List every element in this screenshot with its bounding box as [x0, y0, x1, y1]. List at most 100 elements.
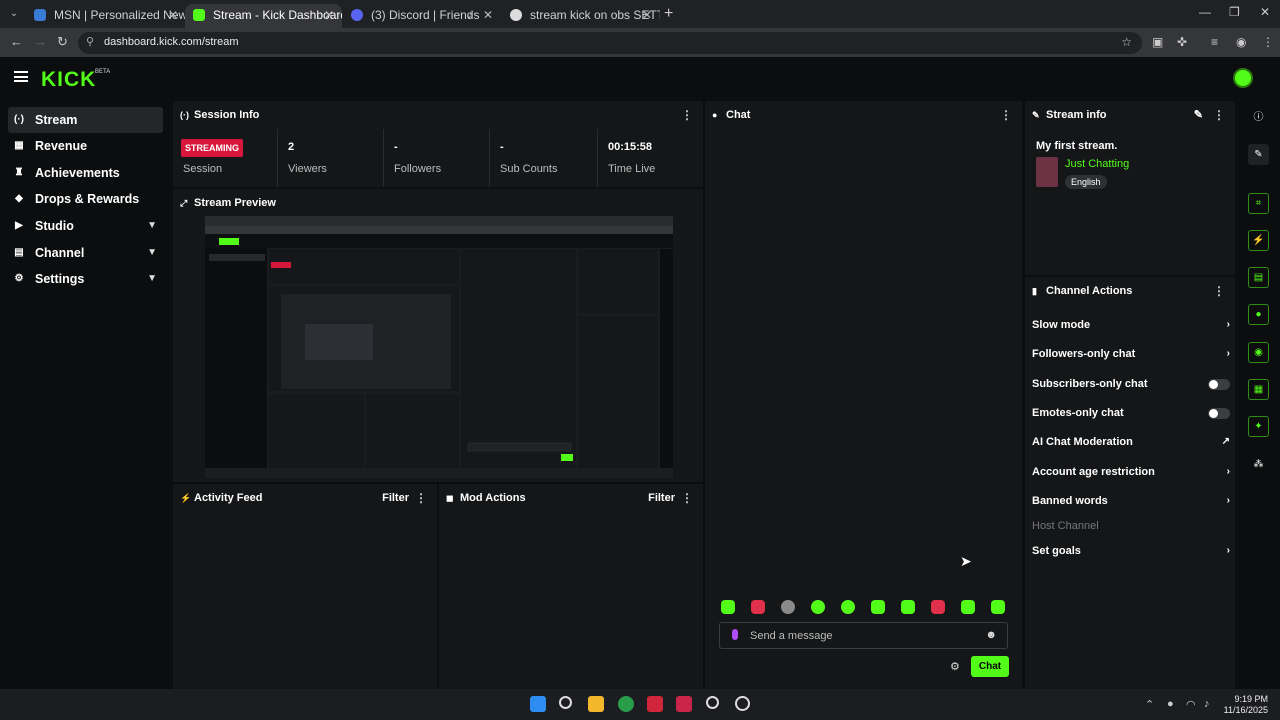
- emote-icon[interactable]: [961, 600, 975, 614]
- chevron-right-icon: ›: [1226, 319, 1230, 330]
- search-icon[interactable]: [559, 696, 572, 709]
- back-icon[interactable]: ←: [10, 34, 23, 49]
- file-explorer-icon[interactable]: [588, 696, 604, 712]
- obs-icon[interactable]: [706, 696, 719, 709]
- wifi-icon[interactable]: ◠: [1186, 698, 1196, 711]
- filter-button[interactable]: Filter: [648, 484, 675, 512]
- emote-icon[interactable]: [931, 600, 945, 614]
- profile-icon[interactable]: ◉: [1236, 35, 1246, 49]
- close-window-icon[interactable]: ✕: [1260, 5, 1270, 19]
- emote-icon[interactable]: [781, 600, 795, 614]
- wrench-icon[interactable]: ✦: [1248, 416, 1269, 437]
- action-set-goals[interactable]: Set goals ›: [1032, 541, 1230, 561]
- app-icon[interactable]: [676, 696, 692, 712]
- sidebar-item-label: Achievements: [35, 166, 120, 180]
- category-link[interactable]: Just Chatting: [1065, 158, 1129, 170]
- close-tab-icon[interactable]: ✕: [168, 4, 178, 26]
- edit-pencil-icon[interactable]: ✎: [1248, 144, 1269, 165]
- browser-menu-icon[interactable]: ⋮: [1262, 35, 1274, 49]
- filter-button[interactable]: Filter: [382, 484, 409, 512]
- chrome-icon[interactable]: [618, 696, 634, 712]
- maximize-icon[interactable]: ❐: [1229, 5, 1240, 19]
- emote-icon[interactable]: [871, 600, 885, 614]
- emote-bar: [719, 600, 1009, 616]
- sidebar-item-revenue[interactable]: ▦ Revenue: [8, 133, 163, 159]
- system-clock[interactable]: 9:19 PM 11/16/2025: [1208, 694, 1268, 716]
- action-followers-only-chat[interactable]: Followers-only chat ›: [1032, 344, 1230, 364]
- user-avatar[interactable]: [1233, 68, 1253, 88]
- app-icon[interactable]: [647, 696, 663, 712]
- close-tab-icon[interactable]: ✕: [483, 4, 493, 26]
- subscribers-only-toggle[interactable]: [1208, 379, 1230, 390]
- sidebar-item-studio[interactable]: ▶ Studio ▼: [8, 213, 163, 239]
- emote-icon[interactable]: [751, 600, 765, 614]
- emoji-picker-icon[interactable]: ☻: [985, 629, 997, 641]
- more-options-icon[interactable]: ⋮: [1000, 101, 1012, 129]
- layout-icon[interactable]: ▦: [1248, 379, 1269, 400]
- tab-discord[interactable]: (3) Discord | Friends ♪ ✕: [343, 4, 501, 28]
- emote-icon[interactable]: [901, 600, 915, 614]
- emote-icon[interactable]: [721, 600, 735, 614]
- new-tab-icon[interactable]: +: [664, 5, 673, 23]
- browser-toolbar: ← → ↻ ⚲ dashboard.kick.com/stream ☆ ▣ ✜ …: [0, 28, 1280, 57]
- kick-logo[interactable]: KICK: [41, 68, 96, 92]
- broadcast-icon[interactable]: ◉: [1248, 342, 1269, 363]
- sidebar-item-settings[interactable]: ⚙ Settings ▼: [8, 266, 163, 292]
- microphone-icon[interactable]: ●: [1167, 698, 1174, 710]
- more-options-icon[interactable]: ⋮: [1213, 277, 1225, 305]
- action-banned-words[interactable]: Banned words ›: [1032, 491, 1230, 511]
- emotes-only-toggle[interactable]: [1208, 408, 1230, 419]
- reload-icon[interactable]: ↻: [57, 34, 68, 50]
- lightning-icon[interactable]: ⚡: [1248, 230, 1269, 251]
- emote-icon[interactable]: [811, 600, 825, 614]
- chat-settings-gear-icon[interactable]: ⚙: [950, 660, 960, 673]
- crop-icon[interactable]: ⌗: [1248, 193, 1269, 214]
- emote-icon[interactable]: [841, 600, 855, 614]
- tray-chevron-icon[interactable]: ⌃: [1145, 698, 1154, 711]
- sidebar-item-stream[interactable]: (·) Stream: [8, 107, 163, 133]
- microphone-icon[interactable]: [732, 629, 738, 640]
- document-icon[interactable]: ▤: [1248, 267, 1269, 288]
- discord-favicon-icon: [351, 9, 363, 21]
- chat-input[interactable]: [750, 628, 970, 644]
- stat-time-live: 00:15:58 Time Live: [598, 129, 703, 187]
- panel-title: Stream info: [1046, 109, 1107, 121]
- sidebar-item-achievements[interactable]: ♜ Achievements: [8, 160, 163, 186]
- minimize-icon[interactable]: —: [1199, 5, 1211, 19]
- action-subscribers-only-chat: Subscribers-only chat: [1032, 374, 1230, 394]
- hamburger-menu-icon[interactable]: [14, 71, 28, 82]
- close-tab-icon[interactable]: ✕: [324, 4, 334, 26]
- action-account-age-restriction[interactable]: Account age restriction ›: [1032, 462, 1230, 482]
- sidebar-item-drops-rewards[interactable]: ◆ Drops & Rewards: [8, 186, 163, 212]
- forward-icon[interactable]: →: [34, 34, 47, 49]
- steam-icon[interactable]: [735, 696, 750, 711]
- tab-kick-dashboard[interactable]: Stream - Kick Dashboard ✕: [185, 4, 342, 28]
- action-slow-mode[interactable]: Slow mode ›: [1032, 315, 1230, 335]
- close-tab-icon[interactable]: ✕: [642, 4, 652, 26]
- emote-icon[interactable]: [991, 600, 1005, 614]
- tab-search-icon[interactable]: ⌄: [6, 6, 22, 22]
- stream-info-panel: ✎ Stream info ✎ ⋮ My first stream. Just …: [1025, 101, 1235, 275]
- edit-pencil-icon[interactable]: ✎: [1194, 101, 1203, 129]
- address-bar[interactable]: ⚲ dashboard.kick.com/stream ☆: [78, 32, 1142, 54]
- widgets-icon[interactable]: ⁂: [1248, 454, 1269, 475]
- tab-google-search[interactable]: stream kick on obs SETTING - G ✕: [502, 4, 660, 28]
- media-control-icon[interactable]: ≡: [1211, 35, 1218, 49]
- site-info-icon[interactable]: ⚲: [86, 35, 94, 48]
- extension-icon[interactable]: ▣: [1152, 35, 1163, 49]
- chat-bubble-icon[interactable]: ●: [1248, 304, 1269, 325]
- action-ai-chat-moderation[interactable]: AI Chat Moderation ↗: [1032, 432, 1230, 452]
- more-options-icon[interactable]: ⋮: [681, 101, 693, 129]
- more-options-icon[interactable]: ⋮: [415, 484, 427, 512]
- puzzle-icon[interactable]: ✜: [1177, 35, 1187, 49]
- stream-preview-video[interactable]: [205, 216, 673, 478]
- tab-msn[interactable]: MSN | Personalized News, Top ✕: [26, 4, 186, 28]
- speaker-icon[interactable]: ♪: [468, 4, 474, 26]
- bookmark-star-icon[interactable]: ☆: [1121, 35, 1132, 49]
- windows-start-icon[interactable]: [530, 696, 546, 712]
- info-icon[interactable]: ⓘ: [1248, 107, 1269, 128]
- more-options-icon[interactable]: ⋮: [1213, 101, 1225, 129]
- more-options-icon[interactable]: ⋮: [681, 484, 693, 512]
- sidebar-item-channel[interactable]: ▤ Channel ▼: [8, 240, 163, 266]
- send-chat-button[interactable]: Chat: [971, 656, 1009, 677]
